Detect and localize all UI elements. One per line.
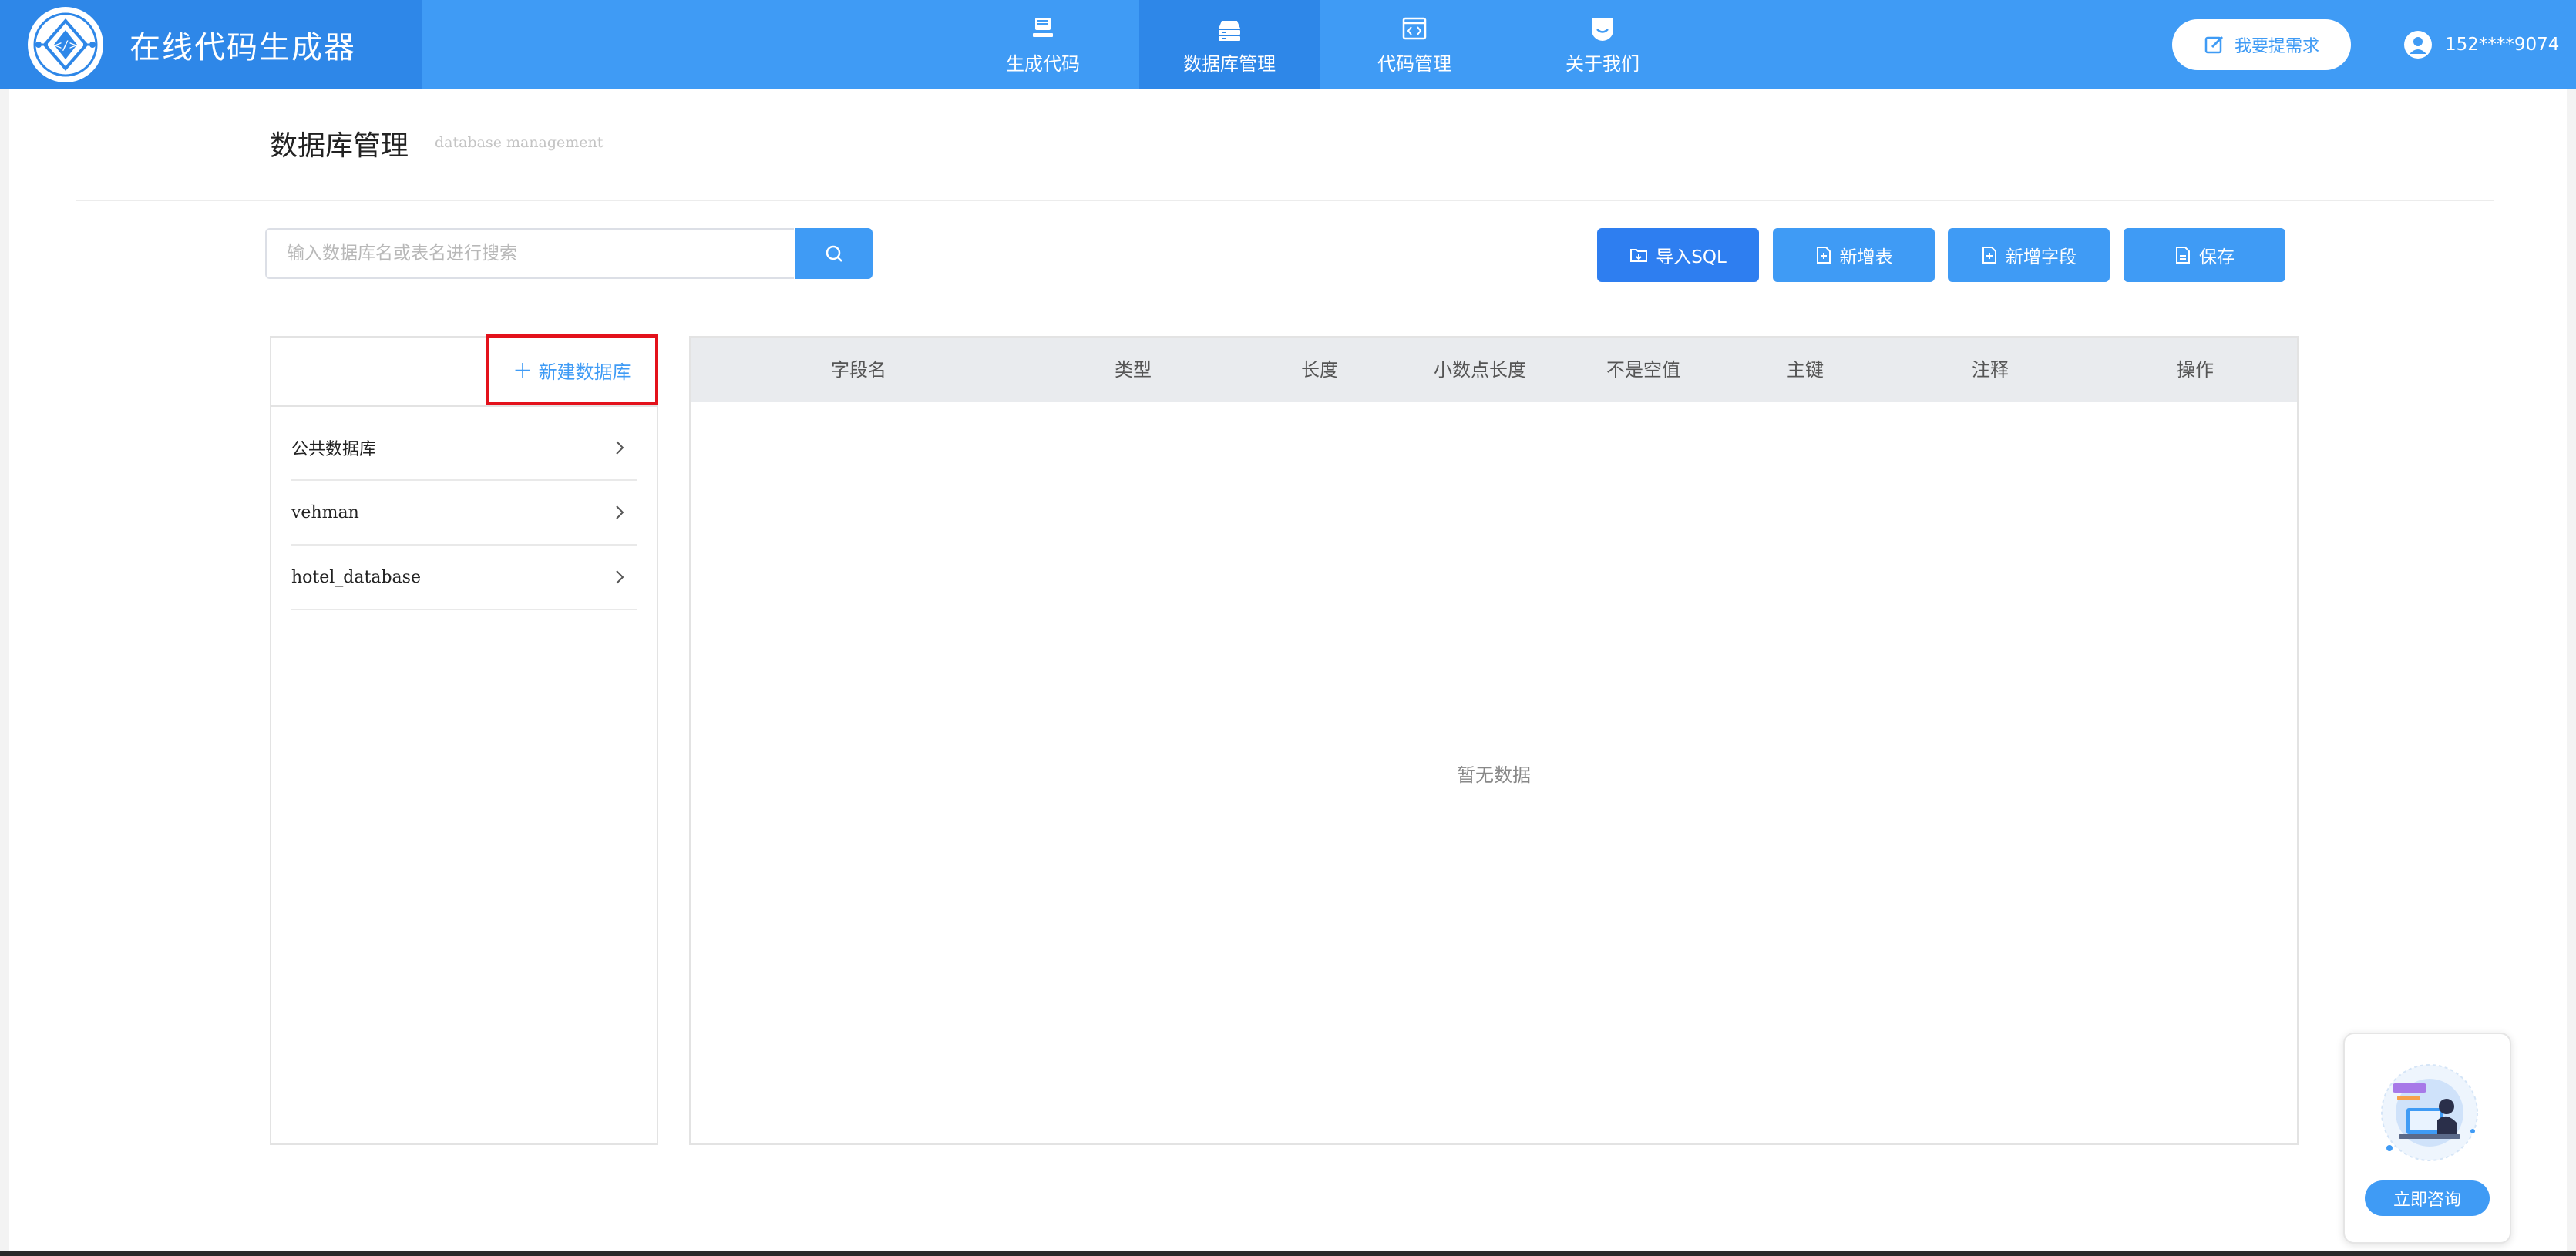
- smile-icon: [1592, 17, 1613, 41]
- column-header-actions: 操作: [2177, 359, 2214, 381]
- consult-now-button[interactable]: 立即咨询: [2365, 1180, 2490, 1216]
- chevron-right-icon: [616, 570, 624, 584]
- database-name: hotel_database: [291, 567, 421, 587]
- add-table-label: 新增表: [1839, 247, 1893, 267]
- import-sql-label: 导入SQL: [1656, 247, 1727, 267]
- import-sql-button[interactable]: 导入SQL: [1597, 228, 1759, 282]
- file-add-icon: [1982, 247, 1996, 264]
- column-header-decimal-length: 小数点长度: [1434, 359, 1526, 381]
- database-item[interactable]: hotel_database: [291, 546, 637, 610]
- column-header-type: 类型: [1115, 359, 1152, 381]
- user-phone: 152****9074: [2445, 35, 2560, 55]
- database-item[interactable]: 公共数据库: [291, 416, 637, 481]
- database-name: vehman: [291, 502, 359, 522]
- nav-code-management[interactable]: 代码管理: [1324, 0, 1505, 89]
- file-add-icon: [1816, 247, 1831, 264]
- title-divider: [76, 200, 2494, 201]
- save-button[interactable]: 保存: [2124, 228, 2285, 282]
- nav-label: 关于我们: [1565, 52, 1639, 75]
- column-header-field-name: 字段名: [831, 359, 886, 381]
- app-logo-icon: </>: [28, 7, 103, 82]
- fields-table: 字段名 类型 长度 小数点长度 不是空值 主键 注释 操作 暂无数据: [689, 336, 2299, 1145]
- folder-import-icon: [1630, 249, 1648, 262]
- new-database-button[interactable]: + 新建数据库: [486, 334, 658, 405]
- user-account[interactable]: 152****9074: [2403, 28, 2559, 62]
- nav-database-management[interactable]: 数据库管理: [1139, 0, 1320, 89]
- consult-widget: 立即咨询: [2343, 1033, 2511, 1244]
- plus-icon: +: [513, 356, 533, 384]
- submit-request-button[interactable]: 我要提需求: [2172, 19, 2351, 70]
- edit-icon: [2204, 35, 2224, 54]
- database-server-icon: [1219, 20, 1240, 41]
- file-save-icon: [2176, 247, 2190, 264]
- add-table-button[interactable]: 新增表: [1773, 228, 1935, 282]
- column-header-length: 长度: [1301, 359, 1338, 381]
- column-header-not-null: 不是空值: [1606, 359, 1680, 381]
- table-header: 字段名 类型 长度 小数点长度 不是空值 主键 注释 操作: [691, 338, 2297, 402]
- add-field-label: 新增字段: [2006, 247, 2077, 267]
- add-field-button[interactable]: 新增字段: [1948, 228, 2110, 282]
- bottom-border: [0, 1251, 2576, 1256]
- chevron-right-icon: [616, 505, 624, 519]
- app-title: 在线代码生成器: [129, 30, 356, 65]
- page-subtitle: database management: [435, 134, 604, 151]
- nav-label: 代码管理: [1377, 52, 1451, 75]
- top-nav-bar: </> 在线代码生成器 生成代码 数据库管理 代码管理 关于我们 我要提需求 1…: [0, 0, 2576, 89]
- new-database-label: 新建数据库: [538, 361, 631, 383]
- svg-text:</>: </>: [55, 38, 77, 52]
- code-window-icon: [1402, 17, 1427, 39]
- database-name: 公共数据库: [291, 440, 377, 459]
- customer-service-illustration: [2381, 1064, 2478, 1161]
- page-edge: [2567, 89, 2576, 1251]
- user-avatar-icon: [2404, 31, 2432, 59]
- page-title: 数据库管理: [270, 130, 409, 162]
- empty-state-text: 暂无数据: [1457, 764, 1531, 786]
- nav-generate-code[interactable]: 生成代码: [953, 0, 1133, 89]
- submit-request-label: 我要提需求: [2234, 37, 2319, 56]
- nav-label: 数据库管理: [1183, 52, 1276, 75]
- save-label: 保存: [2199, 247, 2235, 267]
- database-list-panel: + 新建数据库 公共数据库 vehman hotel_database: [270, 334, 658, 1145]
- brand[interactable]: </> 在线代码生成器: [0, 0, 422, 89]
- nav-label: 生成代码: [1006, 52, 1080, 75]
- nav-about-us[interactable]: 关于我们: [1512, 0, 1693, 89]
- search-button[interactable]: [795, 228, 873, 279]
- database-item[interactable]: vehman: [291, 481, 637, 546]
- chevron-right-icon: [616, 441, 624, 455]
- consult-now-label: 立即咨询: [2393, 1191, 2461, 1210]
- search-icon: [826, 245, 842, 262]
- column-header-primary-key: 主键: [1787, 359, 1824, 381]
- column-header-comment: 注释: [1972, 359, 2009, 381]
- search-input[interactable]: [265, 228, 794, 279]
- computer-icon: [1033, 17, 1053, 37]
